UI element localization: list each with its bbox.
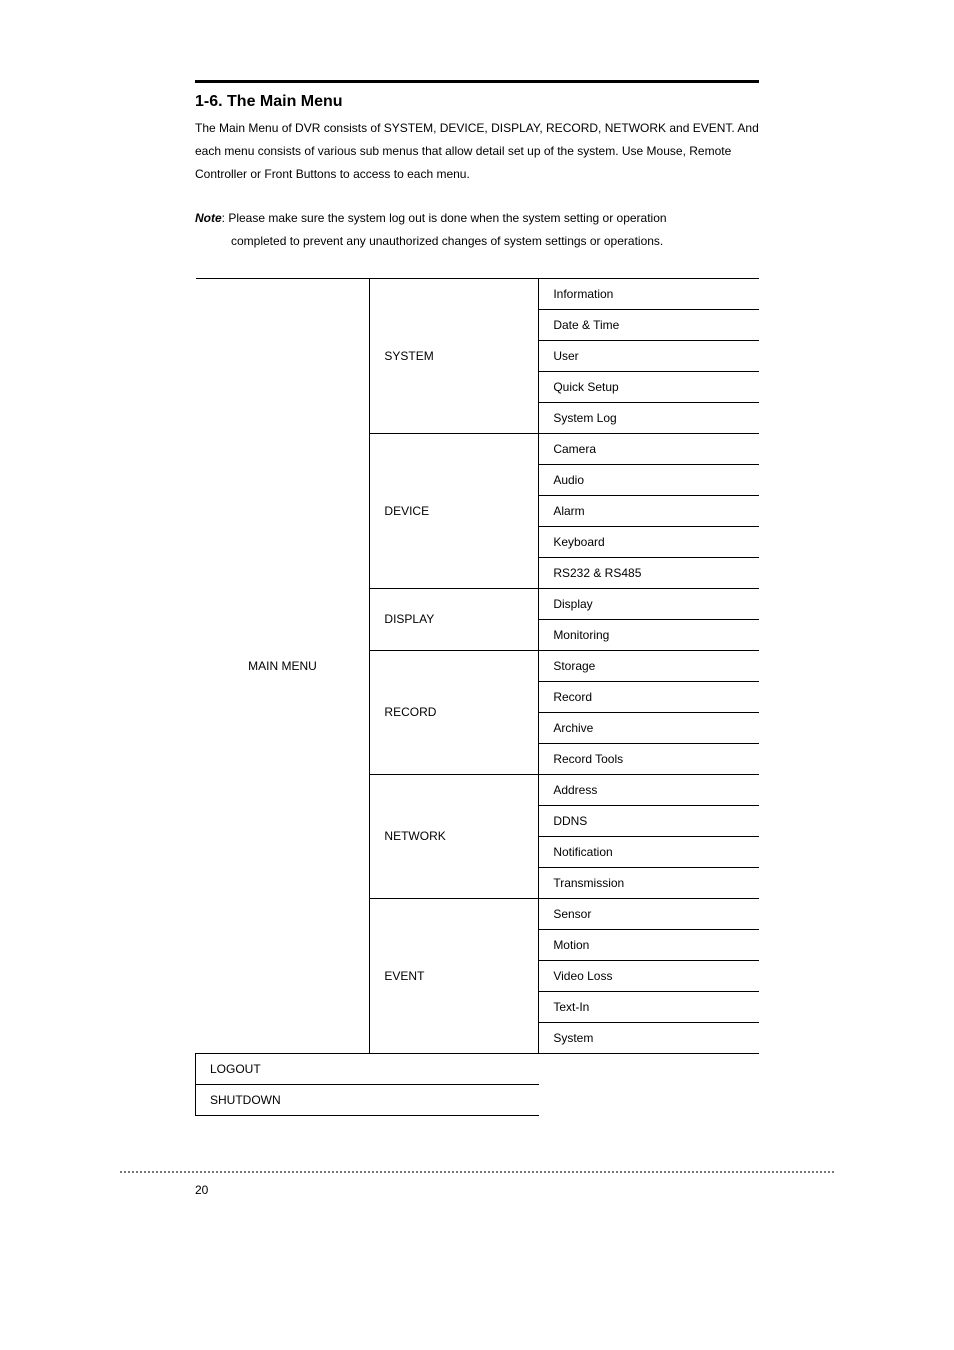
top-rule	[195, 80, 759, 83]
cat-record: RECORD	[370, 650, 539, 774]
table-row: MAIN MENU SYSTEM Information	[196, 278, 760, 309]
sub-record: Record	[539, 681, 759, 712]
sub-rectools: Record Tools	[539, 743, 759, 774]
intro-paragraph: The Main Menu of DVR consists of SYSTEM,…	[195, 117, 759, 185]
sub-display: Display	[539, 588, 759, 619]
menu-table: MAIN MENU SYSTEM Information Date & Time…	[195, 278, 759, 1116]
sub-datetime: Date & Time	[539, 309, 759, 340]
cat-shutdown: SHUTDOWN	[196, 1084, 539, 1115]
sub-ddns: DDNS	[539, 805, 759, 836]
sub-camera: Camera	[539, 433, 759, 464]
sub-address: Address	[539, 774, 759, 805]
cat-system: SYSTEM	[370, 278, 539, 433]
section-heading: 1-6. The Main Menu	[195, 93, 759, 111]
main-menu-cell: MAIN MENU	[196, 278, 370, 1053]
sub-storage: Storage	[539, 650, 759, 681]
sub-notification: Notification	[539, 836, 759, 867]
sub-sensor: Sensor	[539, 898, 759, 929]
page-number: 20	[195, 1183, 954, 1197]
sub-system-e: System	[539, 1022, 759, 1053]
sub-user: User	[539, 340, 759, 371]
sub-videoloss: Video Loss	[539, 960, 759, 991]
cat-logout: LOGOUT	[196, 1053, 539, 1084]
sub-keyboard: Keyboard	[539, 526, 759, 557]
cat-event: EVENT	[370, 898, 539, 1053]
cat-network: NETWORK	[370, 774, 539, 898]
note-label: Note	[195, 211, 222, 225]
sub-alarm: Alarm	[539, 495, 759, 526]
sub-systemlog: System Log	[539, 402, 759, 433]
sub-archive: Archive	[539, 712, 759, 743]
sub-monitoring: Monitoring	[539, 619, 759, 650]
sub-audio: Audio	[539, 464, 759, 495]
sub-motion: Motion	[539, 929, 759, 960]
sub-transmission: Transmission	[539, 867, 759, 898]
sub-information: Information	[539, 278, 759, 309]
sub-textin: Text-In	[539, 991, 759, 1022]
table-row: LOGOUT	[196, 1053, 760, 1084]
sub-rs: RS232 & RS485	[539, 557, 759, 588]
footer-dotted-line	[120, 1171, 834, 1173]
table-row: SHUTDOWN	[196, 1084, 760, 1115]
note-block: Note: Please make sure the system log ou…	[195, 207, 759, 253]
note-line1: : Please make sure the system log out is…	[222, 211, 667, 225]
note-line2: completed to prevent any unauthorized ch…	[231, 230, 759, 253]
cat-display: DISPLAY	[370, 588, 539, 650]
sub-quicksetup: Quick Setup	[539, 371, 759, 402]
cat-device: DEVICE	[370, 433, 539, 588]
